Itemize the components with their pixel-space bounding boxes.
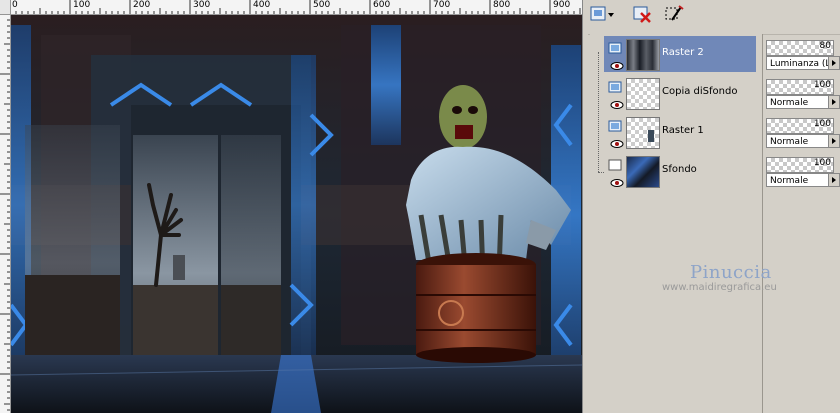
edit-selection-icon — [664, 4, 684, 28]
layer-thumbnail — [626, 117, 660, 149]
layer-name: Raster 2 — [662, 47, 704, 58]
layer-list: Raster 2 Copia diSfondo Raster 1 Sfondo — [590, 34, 763, 413]
raster-layer-icon — [608, 39, 622, 54]
opacity-value: 80 — [819, 41, 831, 51]
horizontal-ruler: 0 100 200 300 400 500 600 700 800 900 — [10, 0, 582, 15]
dropdown-arrow-icon — [828, 174, 839, 186]
layer-properties-copia-disfondo: 100 Normale — [766, 75, 840, 111]
background-layer-icon — [608, 156, 622, 171]
opacity-slider[interactable]: 100 — [766, 157, 834, 173]
blend-mode-select[interactable]: Normale — [766, 173, 840, 187]
layer-palette: Raster 2 Copia diSfondo Raster 1 Sfondo … — [588, 0, 840, 413]
raster-layer-icon — [608, 78, 622, 93]
canvas-artwork — [11, 15, 582, 413]
blend-mode-select[interactable]: Luminanza (L) — [766, 56, 840, 70]
opacity-value: 100 — [813, 80, 831, 90]
visibility-eye-icon[interactable] — [610, 173, 624, 187]
visibility-eye-icon[interactable] — [610, 134, 624, 148]
layer-row-sfondo[interactable]: Sfondo — [604, 153, 756, 189]
layer-properties: 80 Luminanza (L) 100 Normale 100 Normale… — [764, 34, 840, 413]
dropdown-arrow-icon — [828, 96, 839, 108]
raster-layer-icon — [608, 117, 622, 132]
edit-selection-button[interactable] — [662, 5, 686, 27]
layer-row-raster-1[interactable]: Raster 1 — [604, 114, 756, 150]
layer-thumbnail — [626, 39, 660, 71]
blend-mode-value: Normale — [770, 98, 809, 108]
layer-properties-sfondo: 100 Normale — [766, 153, 840, 189]
vertical-ruler — [0, 14, 11, 413]
layer-row-raster-2[interactable]: Raster 2 — [604, 36, 756, 72]
blend-mode-value: Luminanza (L) — [770, 59, 834, 69]
delete-layer-button[interactable] — [630, 5, 654, 27]
ruler-corner — [0, 0, 10, 14]
watermark-url: www.maidiregrafica.eu — [662, 282, 777, 293]
blend-mode-value: Normale — [770, 176, 809, 186]
visibility-eye-icon[interactable] — [610, 56, 624, 70]
opacity-slider[interactable]: 100 — [766, 118, 834, 134]
layer-name: Raster 1 — [662, 125, 704, 136]
dropdown-arrow-icon — [828, 135, 839, 147]
layer-toolbar — [588, 0, 840, 35]
layer-name: Sfondo — [662, 164, 697, 175]
delete-layer-icon — [632, 4, 652, 28]
layer-thumbnail — [626, 156, 660, 188]
opacity-value: 100 — [813, 158, 831, 168]
dropdown-arrow-icon — [828, 57, 839, 69]
image-canvas[interactable] — [11, 15, 582, 413]
opacity-slider[interactable]: 80 — [766, 40, 834, 56]
visibility-eye-icon[interactable] — [610, 95, 624, 109]
new-layer-button[interactable] — [590, 5, 614, 27]
blend-mode-select[interactable]: Normale — [766, 95, 840, 109]
layer-name: Copia diSfondo — [662, 86, 738, 97]
opacity-slider[interactable]: 100 — [766, 79, 834, 95]
layer-thumbnail — [626, 78, 660, 110]
ruler-ticks — [0, 14, 10, 411]
tree-line — [598, 52, 599, 172]
watermark-name: Pinuccia — [690, 262, 772, 283]
layer-properties-raster-2: 80 Luminanza (L) — [766, 36, 840, 72]
new-layer-dropdown-icon — [589, 4, 615, 28]
opacity-value: 100 — [813, 119, 831, 129]
blend-mode-select[interactable]: Normale — [766, 134, 840, 148]
layer-row-copia-disfondo[interactable]: Copia diSfondo — [604, 75, 756, 111]
ruler-ticks — [10, 0, 581, 14]
blend-mode-value: Normale — [770, 137, 809, 147]
layer-properties-raster-1: 100 Normale — [766, 114, 840, 150]
